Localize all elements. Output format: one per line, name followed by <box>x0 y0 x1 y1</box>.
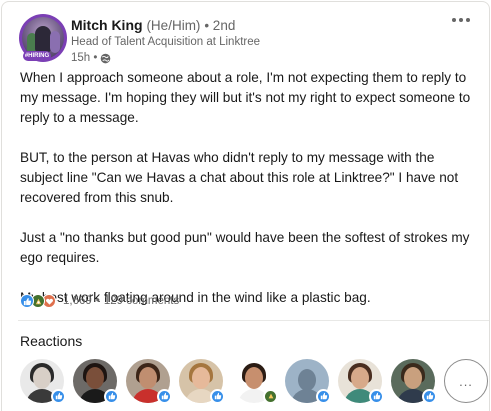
reaction-count[interactable]: 1,669 <box>63 295 92 307</box>
globe-icon <box>100 53 111 64</box>
post-paragraph: Just a "no thanks but good pun" would ha… <box>20 230 470 265</box>
author-meta: Mitch King (He/Him) • 2nd Head of Talent… <box>71 16 371 66</box>
author-name[interactable]: Mitch King <box>71 17 143 33</box>
post-body: When I approach someone about a role, I'… <box>20 68 480 328</box>
social-counts: 1,669 • 129 comments <box>20 292 179 310</box>
post-time: 15h • <box>71 50 371 66</box>
reactions-heading: Reactions <box>20 333 83 349</box>
reactor-avatar[interactable] <box>179 359 225 404</box>
reactor-avatar[interactable] <box>232 359 278 404</box>
like-icon <box>104 389 119 404</box>
post-paragraph: BUT, to the person at Havas who didn't r… <box>20 150 459 205</box>
reactor-avatar[interactable] <box>20 359 66 404</box>
more-reactors-button[interactable]: ... <box>444 359 488 403</box>
author-pronouns: (He/Him) <box>146 18 201 33</box>
like-icon <box>51 389 66 404</box>
connection-degree: • 2nd <box>204 18 236 33</box>
reactor-avatar[interactable] <box>338 359 384 404</box>
author-name-line: Mitch King (He/Him) • 2nd <box>71 16 371 35</box>
divider <box>18 320 489 321</box>
reactors-list: ... <box>20 359 488 404</box>
comments-count-link[interactable]: 129 comments <box>104 295 179 307</box>
reactor-avatar[interactable] <box>126 359 172 404</box>
reaction-type-icons[interactable] <box>20 294 56 308</box>
author-avatar[interactable]: #HIRING <box>19 14 67 62</box>
celebrate-icon <box>263 389 278 404</box>
hiring-badge: #HIRING <box>23 51 51 61</box>
like-icon <box>369 389 384 404</box>
like-icon <box>316 389 331 404</box>
more-options-icon[interactable] <box>449 12 473 28</box>
post-paragraph: When I approach someone about a role, I'… <box>20 70 471 125</box>
like-icon <box>157 389 172 404</box>
reactor-avatar[interactable] <box>285 359 331 404</box>
separator-dot: • <box>95 295 100 307</box>
post-time-text: 15h • <box>71 52 98 64</box>
like-icon <box>422 389 437 404</box>
reactor-avatar[interactable] <box>73 359 119 404</box>
like-icon <box>210 389 225 404</box>
post-card: #HIRING Mitch King (He/Him) • 2nd Head o… <box>1 1 490 411</box>
reactor-avatar[interactable] <box>391 359 437 404</box>
author-headline: Head of Talent Acquisition at Linktree <box>71 36 261 48</box>
like-icon <box>20 294 34 308</box>
